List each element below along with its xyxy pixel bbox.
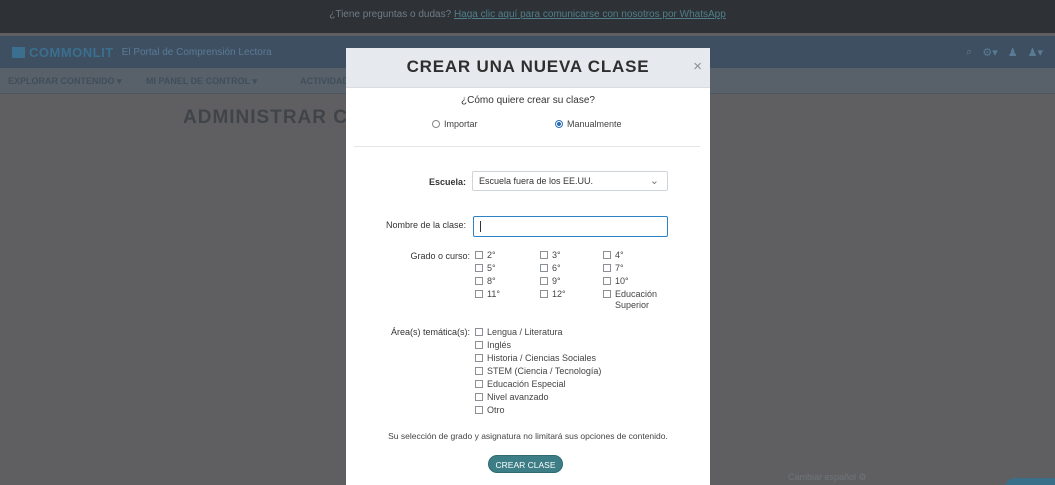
grade-checkbox-11[interactable]: 11°	[475, 289, 500, 300]
grade-checkbox-9[interactable]: 9°	[540, 276, 561, 287]
school-select[interactable]: Escuela fuera de los EE.UU. ⌄	[472, 171, 668, 191]
menu-activity[interactable]: ACTIVIDAD	[300, 76, 349, 86]
chat-button[interactable]	[1005, 478, 1055, 485]
subject-checkbox-otro[interactable]: Otro	[475, 405, 505, 416]
close-icon[interactable]: ×	[693, 58, 702, 75]
radio-manual-dot[interactable]	[555, 120, 563, 128]
grade-checkbox-10[interactable]: 10°	[603, 276, 629, 287]
creation-method-question: ¿Cómo quiere crear su clase?	[461, 95, 595, 106]
modal-title: CREAR UNA NUEVA CLASE	[406, 57, 650, 76]
book-logo-icon	[12, 47, 25, 58]
brand[interactable]: COMMONLIT El Portal de Comprensión Lecto…	[12, 45, 272, 60]
user-menu-icon[interactable]: ♟▾	[1028, 46, 1043, 59]
language-switch[interactable]: Cambiar español ⚙	[788, 472, 867, 483]
chevron-down-icon: ⌄	[649, 175, 659, 187]
whatsapp-link[interactable]: Haga clic aquí para comunicarse con noso…	[454, 9, 726, 20]
class-name-input[interactable]	[473, 216, 668, 237]
grade-checkbox-6[interactable]: 6°	[540, 263, 561, 274]
menu-dashboard[interactable]: MI PANEL DE CONTROL ▾	[146, 76, 257, 87]
grade-checkbox-7[interactable]: 7°	[603, 263, 624, 274]
grade-label: Grado o curso:	[410, 251, 470, 261]
subject-checkbox-ingles[interactable]: Inglés	[475, 340, 511, 351]
grade-checkbox-4[interactable]: 4°	[603, 250, 624, 261]
class-name-label: Nombre de la clase:	[385, 220, 466, 230]
grade-checkbox-5[interactable]: 5°	[475, 263, 496, 274]
notifications-icon[interactable]: ♟	[1008, 46, 1018, 59]
grade-checkbox-2[interactable]: 2°	[475, 250, 496, 261]
announcement-bar: ¿Tiene preguntas o dudas? Haga clic aquí…	[0, 0, 1055, 33]
subject-label: Área(s) temática(s):	[390, 327, 470, 337]
subject-checkbox-stem[interactable]: STEM (Ciencia / Tecnología)	[475, 366, 601, 377]
subject-checkbox-historia[interactable]: Historia / Ciencias Sociales	[475, 353, 596, 364]
settings-icon[interactable]: ⚙▾	[982, 46, 997, 59]
announcement-text: ¿Tiene preguntas o dudas?	[329, 9, 454, 20]
school-label: Escuela:	[428, 177, 466, 187]
menu-explore[interactable]: EXPLORAR CONTENIDO ▾	[8, 76, 122, 87]
divider	[354, 146, 700, 147]
radio-import-dot[interactable]	[432, 120, 440, 128]
modal-header: CREAR UNA NUEVA CLASE ×	[346, 48, 710, 88]
create-class-button[interactable]: CREAR CLASE	[488, 455, 563, 473]
grade-checkbox-12[interactable]: 12°	[540, 289, 566, 300]
selection-note: Su selección de grado y asignatura no li…	[388, 431, 668, 441]
text-caret	[480, 221, 481, 232]
grade-checkbox-higher-ed[interactable]: Educación Superior	[603, 289, 673, 311]
search-icon[interactable]: ⌕	[966, 46, 972, 59]
page-title: ADMINISTRAR C	[183, 107, 348, 128]
subject-checkbox-educacion-especial[interactable]: Educación Especial	[475, 379, 566, 390]
radio-import[interactable]: Importar	[432, 119, 478, 129]
brand-name: COMMONLIT	[29, 45, 114, 60]
navbar-icons: ⌕ ⚙▾ ♟ ♟▾	[966, 46, 1043, 59]
radio-manual-label: Manualmente	[567, 119, 622, 129]
radio-manual[interactable]: Manualmente	[555, 119, 622, 129]
subject-checkbox-nivel-avanzado[interactable]: Nivel avanzado	[475, 392, 549, 403]
school-selected-value: Escuela fuera de los EE.UU.	[479, 176, 594, 186]
grade-checkbox-3[interactable]: 3°	[540, 250, 561, 261]
brand-subtitle: El Portal de Comprensión Lectora	[121, 47, 272, 58]
create-class-modal: CREAR UNA NUEVA CLASE × ¿Cómo quiere cre…	[346, 48, 710, 485]
subject-checkbox-lengua[interactable]: Lengua / Literatura	[475, 327, 563, 338]
grade-checkbox-8[interactable]: 8°	[475, 276, 496, 287]
radio-import-label: Importar	[444, 119, 478, 129]
